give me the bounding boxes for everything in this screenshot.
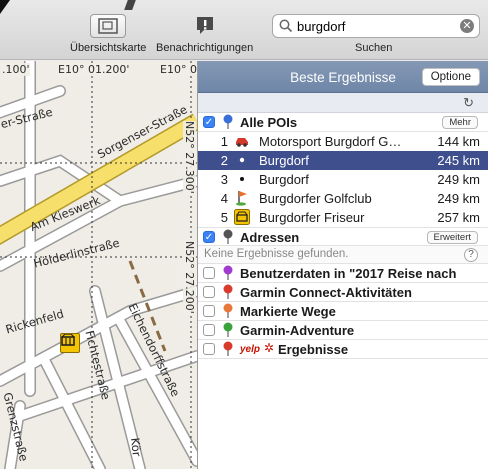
advanced-button[interactable]: Erweitert bbox=[426, 231, 478, 244]
window-corner bbox=[0, 0, 10, 14]
clear-icon[interactable]: ✕ bbox=[460, 19, 474, 33]
group-user-data[interactable]: Benutzerdaten in "2017 Reise nach bbox=[198, 264, 488, 283]
group-label-adressen: Adressen bbox=[240, 230, 300, 245]
pin-icon bbox=[222, 322, 234, 341]
pin-icon bbox=[222, 284, 234, 303]
city-dot-icon bbox=[234, 171, 250, 187]
yelp-burst-icon: ✲ bbox=[264, 341, 275, 355]
coord-top-left: .100' bbox=[2, 63, 30, 76]
panel-header: Beste Ergebnisse Optione bbox=[198, 61, 488, 93]
result-item[interactable]: 3 Burgdorf 249 km bbox=[198, 170, 488, 189]
refresh-icon[interactable]: ↻ bbox=[463, 95, 474, 111]
group-label-yelp: Ergebnisse bbox=[278, 342, 349, 357]
result-index: 2 bbox=[220, 153, 228, 168]
coord-lat-2: N52° 27.200' bbox=[183, 241, 196, 314]
coord-lat-1: N52° 27.300' bbox=[183, 121, 196, 194]
result-name: Burgdorf bbox=[259, 172, 309, 187]
group-marked-paths[interactable]: Markierte Wege bbox=[198, 302, 488, 321]
window-corner-mark bbox=[124, 0, 136, 10]
checkbox-yelp[interactable] bbox=[203, 343, 215, 355]
pin-icon bbox=[222, 265, 234, 284]
options-button[interactable]: Optione bbox=[421, 68, 480, 86]
result-distance: 144 km bbox=[437, 134, 480, 149]
more-button[interactable]: Mehr bbox=[442, 116, 478, 129]
group-label-user-data: Benutzerdaten in "2017 Reise nach bbox=[240, 266, 457, 281]
shop-poi-marker[interactable] bbox=[60, 333, 80, 353]
panel-subbar: ↻ bbox=[198, 93, 488, 113]
result-item-selected[interactable]: 2 Burgdorf 245 km bbox=[198, 151, 488, 170]
pin-icon bbox=[222, 114, 234, 133]
result-distance: 249 km bbox=[437, 172, 480, 187]
map-overview-icon bbox=[90, 14, 127, 38]
shop-icon bbox=[61, 334, 75, 346]
help-icon[interactable]: ? bbox=[464, 248, 478, 262]
result-index: 1 bbox=[220, 134, 228, 149]
result-item[interactable]: 1 Motorsport Burgdorf Gmb... 144 km bbox=[198, 132, 488, 151]
result-name: Burgdorf bbox=[259, 153, 309, 168]
notifications-label: Benachrichtigungen bbox=[156, 42, 254, 54]
result-name: Motorsport Burgdorf Gmb... bbox=[259, 134, 409, 149]
pin-icon bbox=[222, 341, 234, 360]
no-results-row: Keine Ergebnisse gefunden. ? bbox=[198, 246, 488, 264]
checkbox-adressen[interactable]: ✓ bbox=[203, 231, 215, 243]
search-field[interactable]: ✕ bbox=[272, 14, 480, 38]
magnifier-icon bbox=[279, 19, 293, 36]
overview-map-label: Übersichtskarte bbox=[70, 42, 147, 54]
toolbar: Übersichtskarte Benachrichtigungen ✕ Suc… bbox=[0, 0, 488, 60]
map-view[interactable]: .100' E10° 01.200' E10° 0 N52° 27.300' N… bbox=[0, 61, 197, 469]
group-label-garmin-adventure: Garmin-Adventure bbox=[240, 323, 355, 338]
result-index: 5 bbox=[220, 210, 228, 225]
result-distance: 245 km bbox=[437, 153, 480, 168]
group-garmin-connect[interactable]: Garmin Connect-Aktivitäten bbox=[198, 283, 488, 302]
group-label-marked-paths: Markierte Wege bbox=[240, 304, 336, 319]
result-name: Burgdorfer Golfclub bbox=[259, 191, 372, 206]
group-label-garmin-connect: Garmin Connect-Aktivitäten bbox=[240, 285, 412, 300]
result-distance: 257 km bbox=[437, 210, 480, 225]
checkbox-marked-paths[interactable] bbox=[203, 305, 215, 317]
yelp-logo: yelp bbox=[240, 344, 261, 355]
checkbox-all-pois[interactable]: ✓ bbox=[203, 116, 215, 128]
city-dot-icon bbox=[234, 152, 250, 168]
group-all-pois[interactable]: ✓ Alle POIs Mehr bbox=[198, 113, 488, 132]
result-index: 4 bbox=[220, 191, 228, 206]
shop-icon bbox=[234, 209, 250, 225]
result-item[interactable]: 5 Burgdorfer Friseur 257 km bbox=[198, 208, 488, 227]
group-yelp[interactable]: yelp ✲ Ergebnisse bbox=[198, 340, 488, 359]
result-index: 3 bbox=[220, 172, 228, 187]
golf-flag-icon bbox=[234, 190, 250, 206]
results-panel: Beste Ergebnisse Optione ↻ ✓ Alle POIs M… bbox=[197, 61, 488, 469]
coord-top-mid: E10° 01.200' bbox=[58, 63, 130, 76]
car-icon bbox=[234, 133, 250, 149]
search-label: Suchen bbox=[355, 42, 393, 54]
exclamation-icon bbox=[192, 14, 218, 38]
result-name: Burgdorfer Friseur bbox=[259, 210, 365, 225]
search-input[interactable] bbox=[297, 18, 457, 35]
result-distance: 249 km bbox=[437, 191, 480, 206]
checkbox-garmin-adventure[interactable] bbox=[203, 324, 215, 336]
group-adressen[interactable]: ✓ Adressen Erweitert bbox=[198, 227, 488, 246]
checkbox-user-data[interactable] bbox=[203, 267, 215, 279]
overview-map-button[interactable]: Übersichtskarte bbox=[70, 14, 146, 54]
group-garmin-adventure[interactable]: Garmin-Adventure bbox=[198, 321, 488, 340]
group-label-all-pois: Alle POIs bbox=[240, 115, 298, 130]
street-label-koe: Kör bbox=[128, 437, 144, 458]
notifications-button[interactable]: Benachrichtigungen bbox=[156, 14, 253, 54]
coord-top-right: E10° 0 bbox=[160, 63, 197, 76]
no-results-text: Keine Ergebnisse gefunden. bbox=[204, 248, 349, 260]
pin-icon bbox=[222, 303, 234, 322]
result-item[interactable]: 4 Burgdorfer Golfclub 249 km bbox=[198, 189, 488, 208]
checkbox-garmin-connect[interactable] bbox=[203, 286, 215, 298]
